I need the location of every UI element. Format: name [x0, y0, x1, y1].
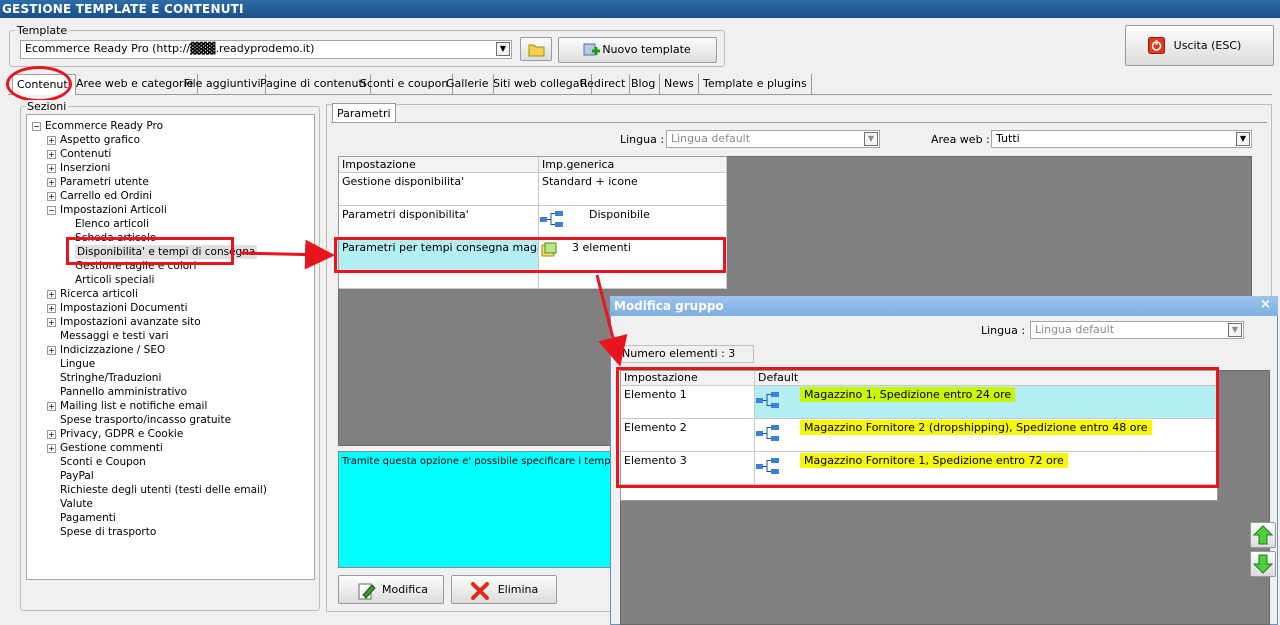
- annotation-arrows: [239, 239, 628, 367]
- annotation-arrow: [239, 239, 335, 270]
- annotation-arrow: [595, 274, 628, 367]
